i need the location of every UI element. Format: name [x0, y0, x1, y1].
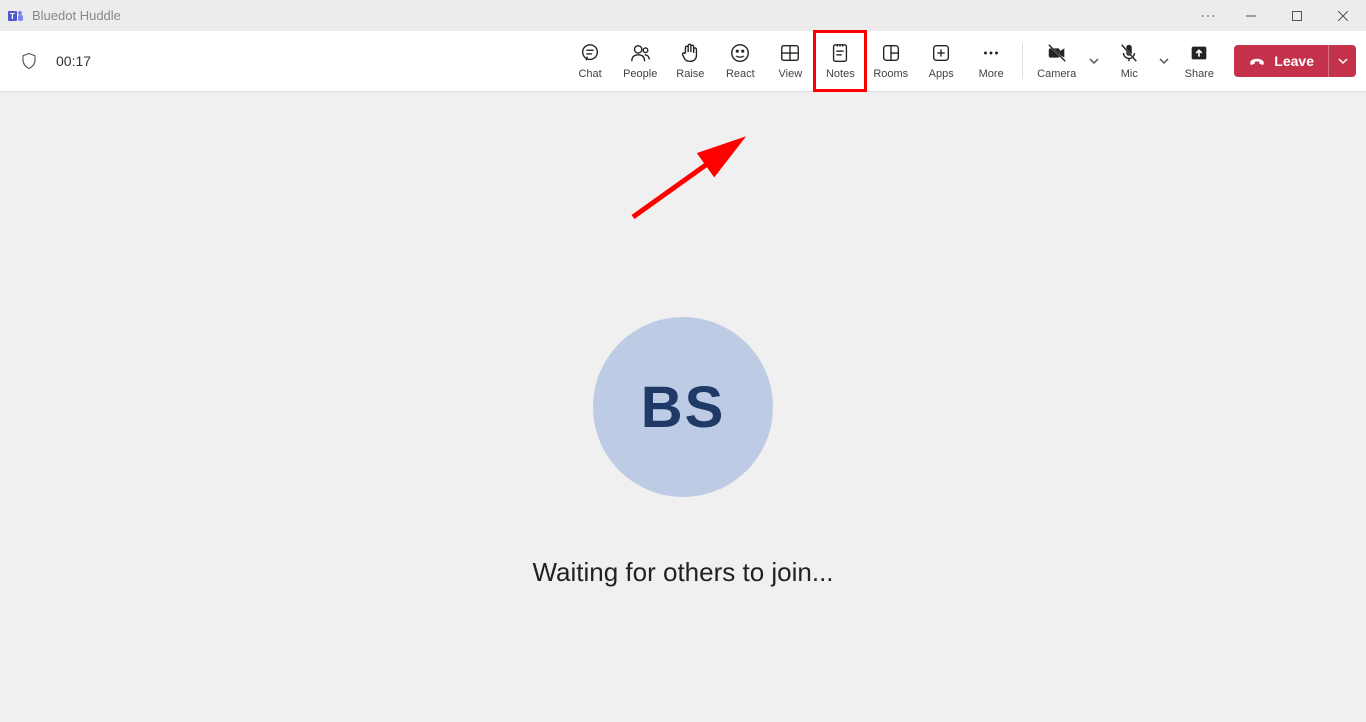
raise-hand-icon [679, 42, 701, 64]
toolbar-left: 00:17 [0, 52, 91, 70]
meeting-toolbar: 00:17 Chat People Raise React [0, 31, 1366, 92]
avatar-initials: BS [641, 374, 726, 441]
titlebar-more-icon[interactable] [1200, 0, 1216, 31]
rooms-icon [880, 42, 902, 64]
meeting-stage: BS Waiting for others to join... [0, 92, 1366, 722]
more-icon [980, 42, 1002, 64]
apps-label: Apps [929, 68, 954, 80]
maximize-button[interactable] [1274, 0, 1320, 31]
divider [1022, 43, 1023, 79]
notes-button[interactable]: Notes [815, 32, 865, 90]
raise-label: Raise [676, 68, 704, 80]
window-title: Bluedot Huddle [32, 8, 121, 23]
view-icon [779, 42, 801, 64]
raise-button[interactable]: Raise [665, 32, 715, 90]
toolbar-right: Chat People Raise React View [565, 31, 1356, 91]
shield-icon[interactable] [20, 52, 38, 70]
mic-button[interactable]: Mic [1104, 32, 1154, 90]
leave-label: Leave [1274, 53, 1314, 69]
react-label: React [726, 68, 755, 80]
chat-label: Chat [578, 68, 601, 80]
waiting-text: Waiting for others to join... [532, 557, 833, 588]
svg-text:T: T [10, 12, 15, 21]
apps-button[interactable]: Apps [916, 32, 966, 90]
leave-group: Leave [1234, 45, 1356, 77]
camera-button[interactable]: Camera [1029, 32, 1084, 90]
rooms-label: Rooms [873, 68, 908, 80]
minimize-button[interactable] [1228, 0, 1274, 31]
camera-chevron[interactable] [1084, 32, 1104, 90]
more-button[interactable]: More [966, 32, 1016, 90]
react-button[interactable]: React [715, 32, 765, 90]
mic-chevron[interactable] [1154, 32, 1174, 90]
chat-button[interactable]: Chat [565, 32, 615, 90]
teams-icon: T [8, 8, 24, 24]
more-label: More [979, 68, 1004, 80]
phone-down-icon [1248, 52, 1266, 70]
people-button[interactable]: People [615, 32, 665, 90]
window-controls [1228, 0, 1366, 31]
view-label: View [779, 68, 803, 80]
titlebar: T Bluedot Huddle [0, 0, 1366, 31]
leave-chevron[interactable] [1328, 45, 1356, 77]
view-button[interactable]: View [765, 32, 815, 90]
annotation-arrow [618, 132, 768, 232]
notes-label: Notes [826, 68, 855, 80]
avatar: BS [593, 317, 773, 497]
meeting-timer: 00:17 [56, 53, 91, 69]
camera-label: Camera [1037, 68, 1076, 80]
close-button[interactable] [1320, 0, 1366, 31]
rooms-button[interactable]: Rooms [865, 32, 916, 90]
share-label: Share [1185, 68, 1214, 80]
people-icon [629, 42, 651, 64]
mic-label: Mic [1121, 68, 1138, 80]
mic-off-icon [1118, 42, 1140, 64]
leave-button[interactable]: Leave [1234, 45, 1328, 77]
react-icon [729, 42, 751, 64]
apps-icon [930, 42, 952, 64]
share-button[interactable]: Share [1174, 32, 1224, 90]
camera-off-icon [1046, 42, 1068, 64]
people-label: People [623, 68, 657, 80]
share-icon [1188, 42, 1210, 64]
chat-icon [579, 42, 601, 64]
notes-icon [829, 42, 851, 64]
